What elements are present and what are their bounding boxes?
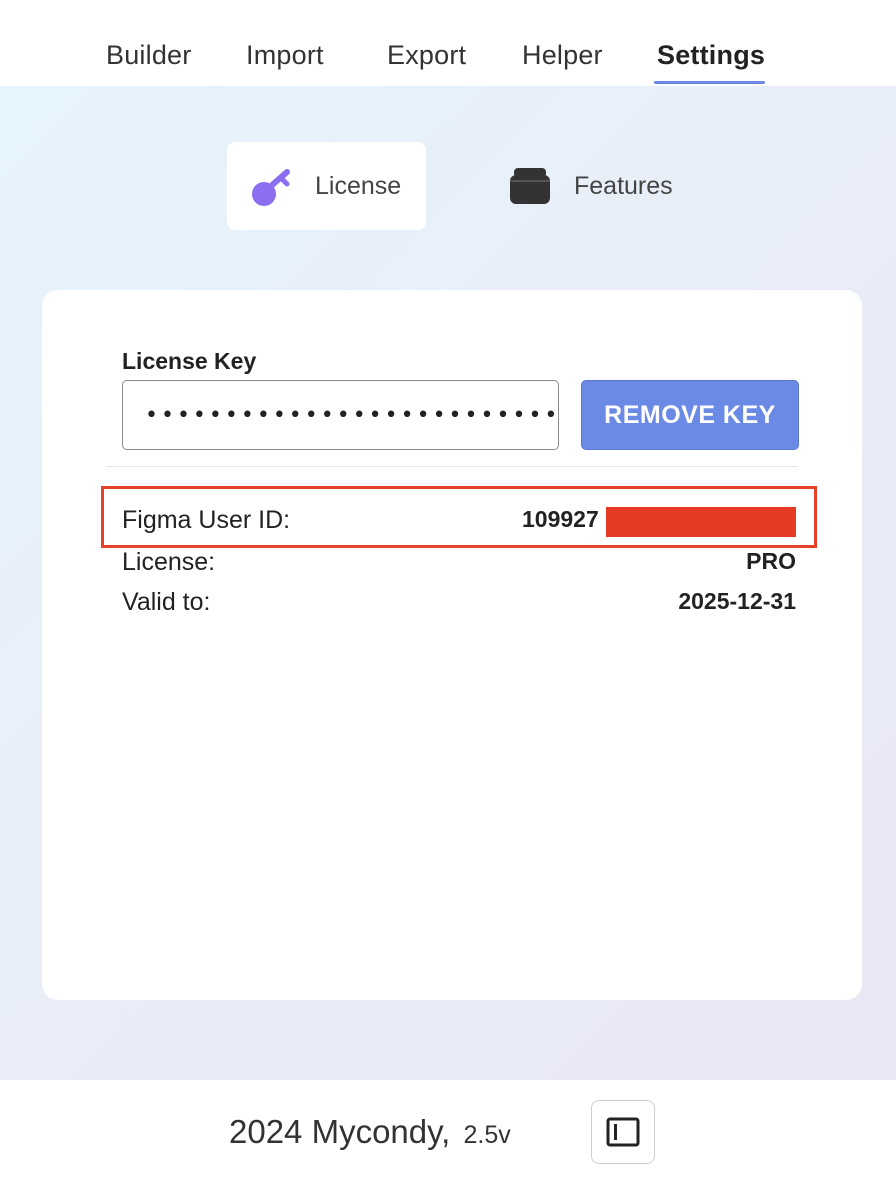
remove-key-button[interactable]: REMOVE KEY — [581, 380, 799, 450]
version-text: 2.5v — [463, 1121, 511, 1149]
subtab-license[interactable]: License — [227, 142, 426, 230]
license-key-input[interactable]: •••••••••••••••••••••••••••••• — [122, 380, 559, 450]
footer: 2024 Mycondy, 2.5v — [0, 1080, 896, 1182]
valid-to-row: Valid to: 2025-12-31 — [122, 588, 796, 624]
license-key-label: License Key — [122, 348, 257, 374]
active-tab-indicator — [654, 81, 765, 84]
divider — [106, 466, 798, 467]
tab-export[interactable]: Export — [387, 40, 466, 71]
toggle-panel-button[interactable] — [591, 1100, 655, 1164]
tab-helper[interactable]: Helper — [522, 40, 603, 71]
sidebar-panel-icon — [606, 1117, 640, 1147]
license-card: License Key ••••••••••••••••••••••••••••… — [42, 290, 862, 1000]
subtab-features[interactable]: Features — [500, 142, 700, 230]
highlight-box — [101, 486, 817, 548]
tab-settings[interactable]: Settings — [657, 40, 765, 71]
valid-to-label: Valid to: — [122, 588, 211, 616]
tab-import[interactable]: Import — [246, 40, 324, 71]
valid-to-value: 2025-12-31 — [678, 588, 796, 614]
key-icon — [252, 169, 290, 206]
copyright-text: 2024 Mycondy, — [229, 1113, 451, 1150]
footer-copyright: 2024 Mycondy, 2.5v — [229, 1113, 511, 1151]
tab-builder[interactable]: Builder — [106, 40, 191, 71]
top-navigation: Builder Import Export Helper Settings — [0, 0, 896, 86]
license-type-value: PRO — [746, 548, 796, 574]
box-icon — [510, 168, 550, 204]
subtab-license-label: License — [315, 171, 402, 200]
subtab-features-label: Features — [574, 171, 673, 200]
license-type-row: License: PRO — [122, 548, 796, 584]
license-type-label: License: — [122, 548, 216, 576]
